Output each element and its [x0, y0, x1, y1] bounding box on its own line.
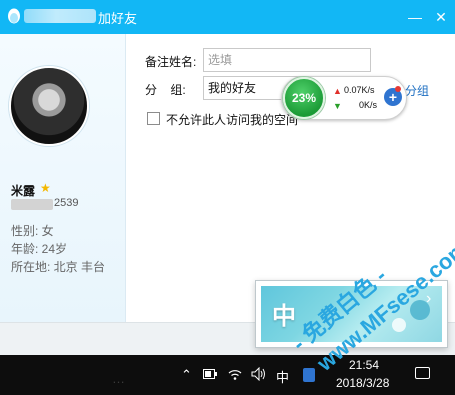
upload-arrow-icon: ▲	[333, 86, 342, 96]
remark-input[interactable]	[203, 48, 371, 72]
star-icon: ★	[40, 181, 51, 195]
speed-percent-badge[interactable]: 23%	[283, 77, 325, 119]
chevron-up-icon[interactable]: ⌃	[181, 367, 192, 383]
upload-speed: 0.07K/s	[344, 85, 375, 95]
security-shield-icon[interactable]	[303, 368, 315, 382]
close-icon[interactable]: ✕	[430, 6, 452, 28]
ime-popup-char: 中	[272, 303, 296, 330]
nickname: 米露	[11, 184, 36, 198]
download-arrow-icon: ▼	[333, 101, 342, 111]
location-info: 所在地: 北京 丰台	[11, 260, 106, 274]
clock-date[interactable]: 2018/3/28	[336, 376, 389, 390]
gender-info: 性别: 女	[11, 224, 54, 238]
remark-label: 备注姓名:	[145, 55, 197, 69]
age-info: 年龄: 24岁	[11, 242, 68, 256]
minimize-icon[interactable]: —	[404, 6, 426, 28]
deny-space-access-label: 不允许此人访问我的空间	[166, 113, 299, 127]
taskbar-faded-text: …	[112, 371, 127, 386]
notification-center-icon[interactable]	[415, 367, 430, 379]
deny-space-access-checkbox[interactable]	[147, 112, 160, 125]
blurred-contact-name	[24, 9, 96, 23]
decor-dot	[392, 318, 406, 332]
qq-penguin-icon	[8, 8, 20, 24]
ime-indicator[interactable]: 中	[276, 367, 289, 386]
download-speed: 0K/s	[359, 100, 378, 110]
group-select-value: 我的好友	[208, 81, 257, 95]
window-title: 加好友	[98, 11, 138, 26]
popup-arrow-icon[interactable]: ›	[426, 290, 431, 308]
blurred-qq-number	[11, 199, 53, 210]
volume-icon[interactable]	[251, 367, 267, 381]
qq-number-tail: 2539	[54, 197, 79, 209]
battery-icon[interactable]	[203, 369, 217, 379]
notification-dot	[395, 86, 401, 92]
add-group-link[interactable]: 分组	[405, 82, 429, 99]
wifi-icon[interactable]	[228, 367, 242, 381]
group-label: 分 组:	[145, 83, 186, 97]
avatar	[9, 66, 89, 146]
clock-time[interactable]: 21:54	[349, 358, 379, 372]
